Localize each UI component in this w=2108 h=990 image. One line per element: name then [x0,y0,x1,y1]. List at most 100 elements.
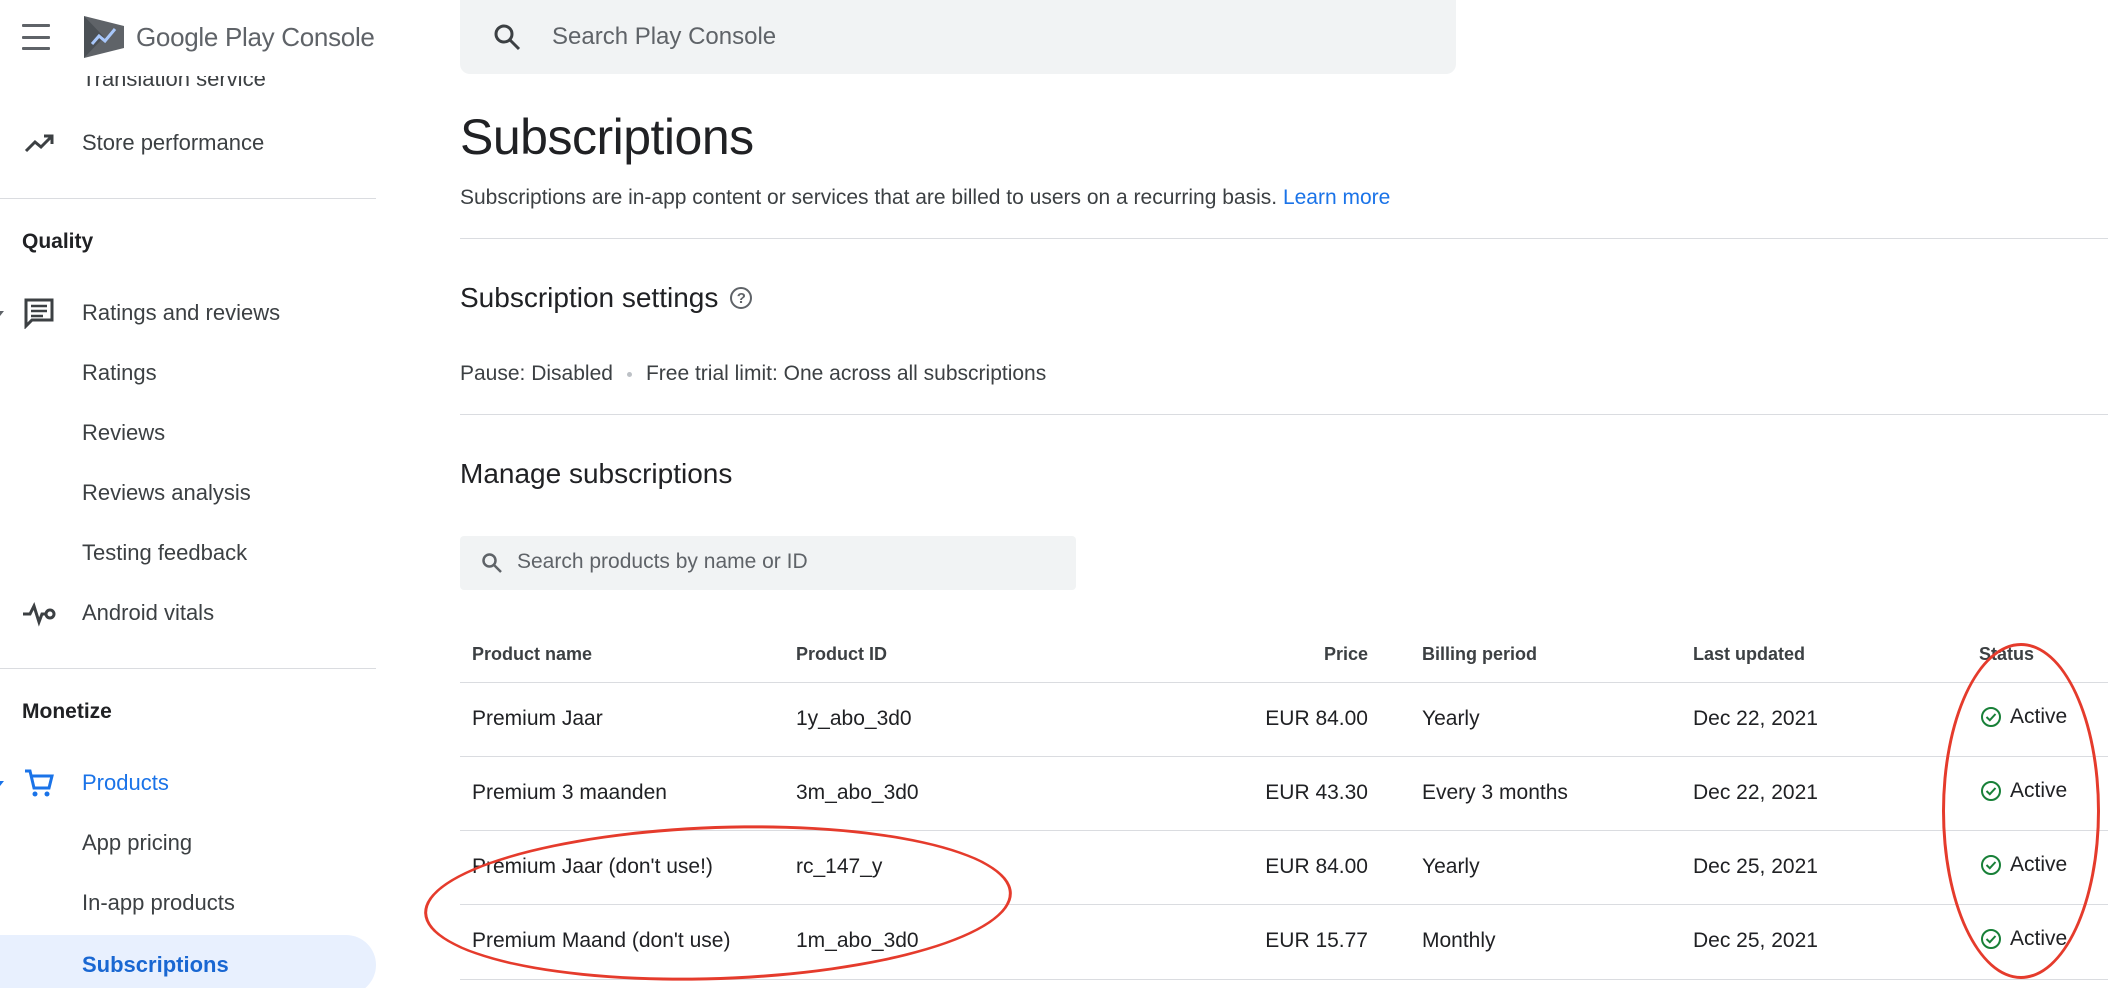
status-badge: Active [1980,705,2067,729]
sidebar-item-label: Reviews [82,420,166,445]
pause-setting: Pause: Disabled [460,362,613,385]
table-row[interactable]: Premium 3 maanden 3m_abo_3d0 EUR 43.30 E… [460,756,2108,831]
description-text: Subscriptions are in-app content or serv… [460,186,1278,209]
status-text: Active [2010,779,2068,802]
check-circle-icon [1981,929,2001,949]
price: EUR 43.30 [1265,781,1368,804]
sidebar-item-label: Ratings and reviews [82,300,281,325]
last-updated: Dec 22, 2021 [1693,781,1818,804]
status-text: Active [2010,853,2068,876]
table-row[interactable]: Premium Maand (don't use) 1m_abo_3d0 EUR… [460,904,2108,980]
search-placeholder: Search Play Console [552,23,777,50]
shopping-cart-icon [22,766,56,800]
subscription-settings-heading: Subscription settings ? [460,282,753,314]
sidebar-item-reviews-analysis[interactable]: Reviews analysis [0,465,376,521]
last-updated: Dec 22, 2021 [1693,707,1818,730]
sidebar-item-android-vitals[interactable]: Android vitals [0,585,376,641]
section-divider [460,238,2108,239]
sidebar-item-label: Store performance [82,130,265,155]
sidebar-item-app-pricing[interactable]: App pricing [0,815,376,871]
search-products-input[interactable]: Search products by name or ID [460,536,1076,590]
reviews-icon [22,296,56,330]
product-id: 3m_abo_3d0 [796,781,919,804]
sidebar-item-products[interactable]: Products [0,755,376,811]
table-row[interactable]: Premium Jaar (don't use!) rc_147_y EUR 8… [460,830,2108,905]
subscription-settings-summary: Pause: Disabled Free trial limit: One ac… [460,362,1046,386]
separator-dot [626,371,632,377]
status-text: Active [2010,927,2068,950]
sidebar-item-label: Subscriptions [82,952,229,977]
last-updated: Dec 25, 2021 [1693,929,1818,952]
sidebar-item-label: Testing feedback [82,540,248,565]
billing-period: Yearly [1422,707,1480,730]
column-header-product-id[interactable]: Product ID [796,644,887,665]
status-badge: Active [1980,853,2067,877]
status-text: Active [2010,705,2068,728]
product-name: Premium Maand (don't use) [472,929,731,952]
section-divider [460,414,2108,415]
sidebar-section-quality: Quality [22,230,94,253]
sidebar-item-ratings-and-reviews[interactable]: Ratings and reviews [0,285,376,341]
logo-text: Google Play Console [136,21,375,52]
product-id: 1m_abo_3d0 [796,929,919,952]
billing-period: Every 3 months [1422,781,1568,804]
expand-caret-icon [0,139,4,147]
manage-subscriptions-heading: Manage subscriptions [460,458,733,489]
product-id: rc_147_y [796,855,883,878]
sidebar-item-label: App pricing [82,830,193,855]
table-row[interactable]: Premium Jaar 1y_abo_3d0 EUR 84.00 Yearly… [460,682,2108,757]
status-badge: Active [1980,927,2067,951]
search-icon [482,553,502,573]
collapse-caret-icon [0,311,4,316]
help-icon[interactable]: ? [730,287,753,309]
last-updated: Dec 25, 2021 [1693,855,1818,878]
learn-more-link[interactable]: Learn more [1283,186,1390,209]
sidebar-item-label: In-app products [82,890,235,915]
vitals-pulse-icon [22,596,56,630]
sidebar-section-monetize: Monetize [22,700,112,723]
price: EUR 84.00 [1265,855,1368,878]
billing-period: Yearly [1422,855,1480,878]
column-header-billing-period[interactable]: Billing period [1422,644,1537,665]
trending-up-icon [22,126,56,160]
check-circle-icon [1981,707,2001,727]
billing-period: Monthly [1422,929,1496,952]
product-name: Premium Jaar [472,707,603,730]
search-play-console-input[interactable]: Search Play Console [460,0,1456,74]
sidebar-item-label: Android vitals [82,600,215,625]
google-play-console-logo[interactable]: Google Play Console [82,14,375,60]
price: EUR 84.00 [1265,707,1368,730]
play-console-logo-icon [84,16,124,58]
sidebar-item-label: Reviews analysis [82,480,251,505]
product-name: Premium 3 maanden [472,781,667,804]
sidebar: Translation service Google Play Console … [0,0,376,988]
column-header-product-name[interactable]: Product name [472,644,592,665]
price: EUR 15.77 [1265,929,1368,952]
heading-text: Subscription settings [460,282,719,313]
sidebar-item-ratings[interactable]: Ratings [0,345,376,401]
column-header-last-updated[interactable]: Last updated [1693,644,1805,665]
product-name: Premium Jaar (don't use!) [472,855,713,878]
sidebar-item-subscriptions[interactable]: Subscriptions [0,935,376,988]
check-circle-icon [1981,855,2001,875]
search-icon [494,24,521,51]
free-trial-setting: Free trial limit: One across all subscri… [645,362,1047,385]
sidebar-item-in-app-products[interactable]: In-app products [0,875,376,931]
product-id: 1y_abo_3d0 [796,707,912,730]
column-header-price[interactable]: Price [1230,644,1368,665]
page-description: Subscriptions are in-app content or serv… [460,186,1390,210]
sidebar-item-label: Products [82,770,169,795]
status-badge: Active [1980,779,2067,803]
collapse-caret-icon [0,781,4,786]
sidebar-item-reviews[interactable]: Reviews [0,405,376,461]
sidebar-item-store-performance[interactable]: Store performance [0,115,376,171]
sidebar-header: Google Play Console [0,0,376,76]
expand-caret-icon [0,609,4,617]
sidebar-divider [0,198,376,199]
sidebar-divider [0,668,376,669]
hamburger-menu-icon[interactable] [22,22,56,52]
search-placeholder: Search products by name or ID [517,550,808,573]
sidebar-item-label: Ratings [82,360,157,385]
column-header-status[interactable]: Status [1979,644,2034,665]
sidebar-item-testing-feedback[interactable]: Testing feedback [0,525,376,581]
